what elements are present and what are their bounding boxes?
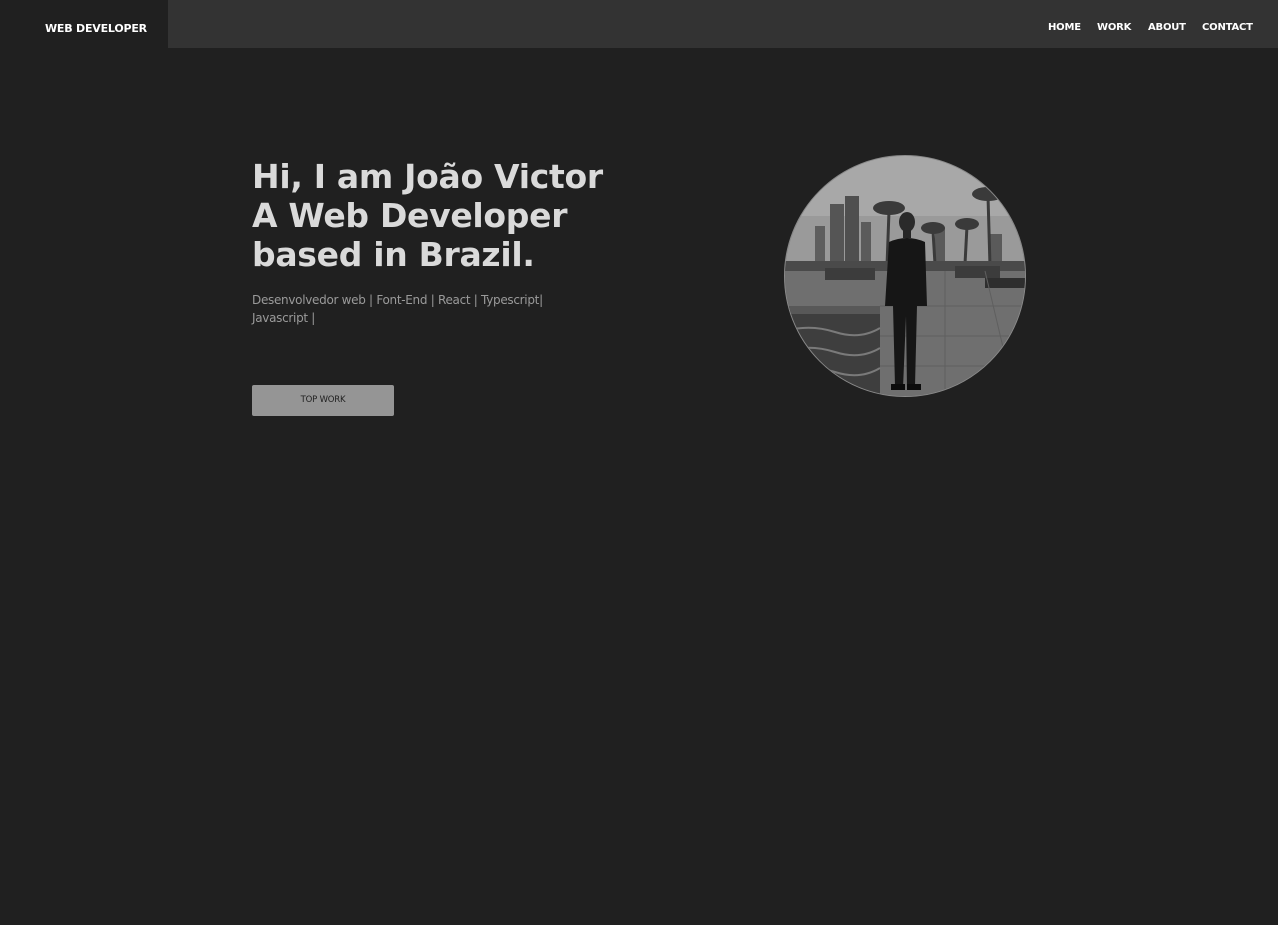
nav-work[interactable]: WORK — [1097, 22, 1131, 33]
profile-photo — [784, 155, 1026, 397]
hero-subtitle: Desenvolvedor web | Font-End | React | T… — [252, 293, 543, 325]
hero-title-line: based in Brazil. — [252, 235, 535, 274]
nav-home[interactable]: HOME — [1048, 22, 1081, 33]
hero-title-line: A Web Developer — [252, 196, 568, 235]
hero-title: Hi, I am João Victor A Web Developer bas… — [252, 157, 632, 274]
profile-photo-illustration — [785, 156, 1025, 396]
brand-logo[interactable]: WEB DEVELOPER — [45, 22, 147, 35]
top-work-button[interactable]: TOP WORK — [252, 385, 394, 416]
brand-block: WEB DEVELOPER — [0, 0, 168, 48]
nav-about[interactable]: ABOUT — [1148, 22, 1186, 33]
nav-contact[interactable]: CONTACT — [1202, 22, 1253, 33]
top-bar: WEB DEVELOPER HOME WORK ABOUT CONTACT — [0, 0, 1278, 48]
hero-title-line: Hi, I am João Victor — [252, 157, 603, 196]
